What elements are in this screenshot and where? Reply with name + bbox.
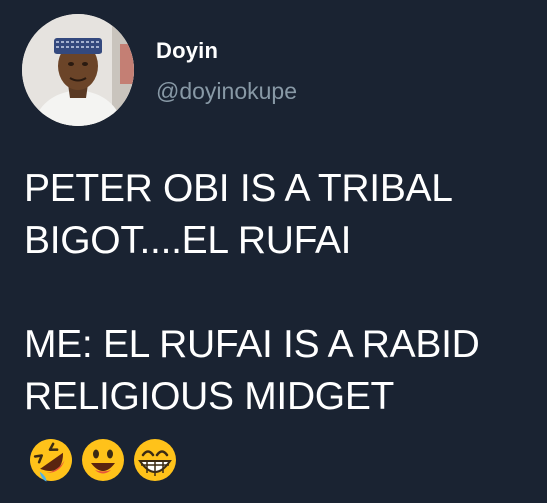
tweet-line-1: PETER OBI IS A TRIBAL	[24, 167, 453, 210]
tweet-line-4: ME: EL RUFAI IS A RABID	[24, 323, 480, 366]
paragraph-break	[24, 267, 534, 319]
grinning-face-emoji-icon	[134, 439, 176, 481]
avatar[interactable]	[22, 14, 134, 126]
tweet-line-5: RELIGIOUS MIDGET	[24, 375, 395, 418]
smiling-face-emoji-icon	[82, 439, 124, 481]
tweet-text: PETER OBI IS A TRIBAL BIGOT....EL RUFAI …	[24, 163, 534, 423]
tweet-card: Doyin @doyinokupe PETER OBI IS A TRIBAL …	[0, 0, 547, 503]
author-display-name[interactable]: Doyin	[156, 38, 218, 64]
author-handle[interactable]: @doyinokupe	[156, 78, 297, 105]
rolling-on-floor-laughing-emoji-icon	[29, 439, 72, 482]
emoji-row	[26, 435, 180, 485]
tweet-line-2: BIGOT....EL RUFAI	[24, 219, 352, 262]
avatar-photo	[22, 14, 134, 126]
